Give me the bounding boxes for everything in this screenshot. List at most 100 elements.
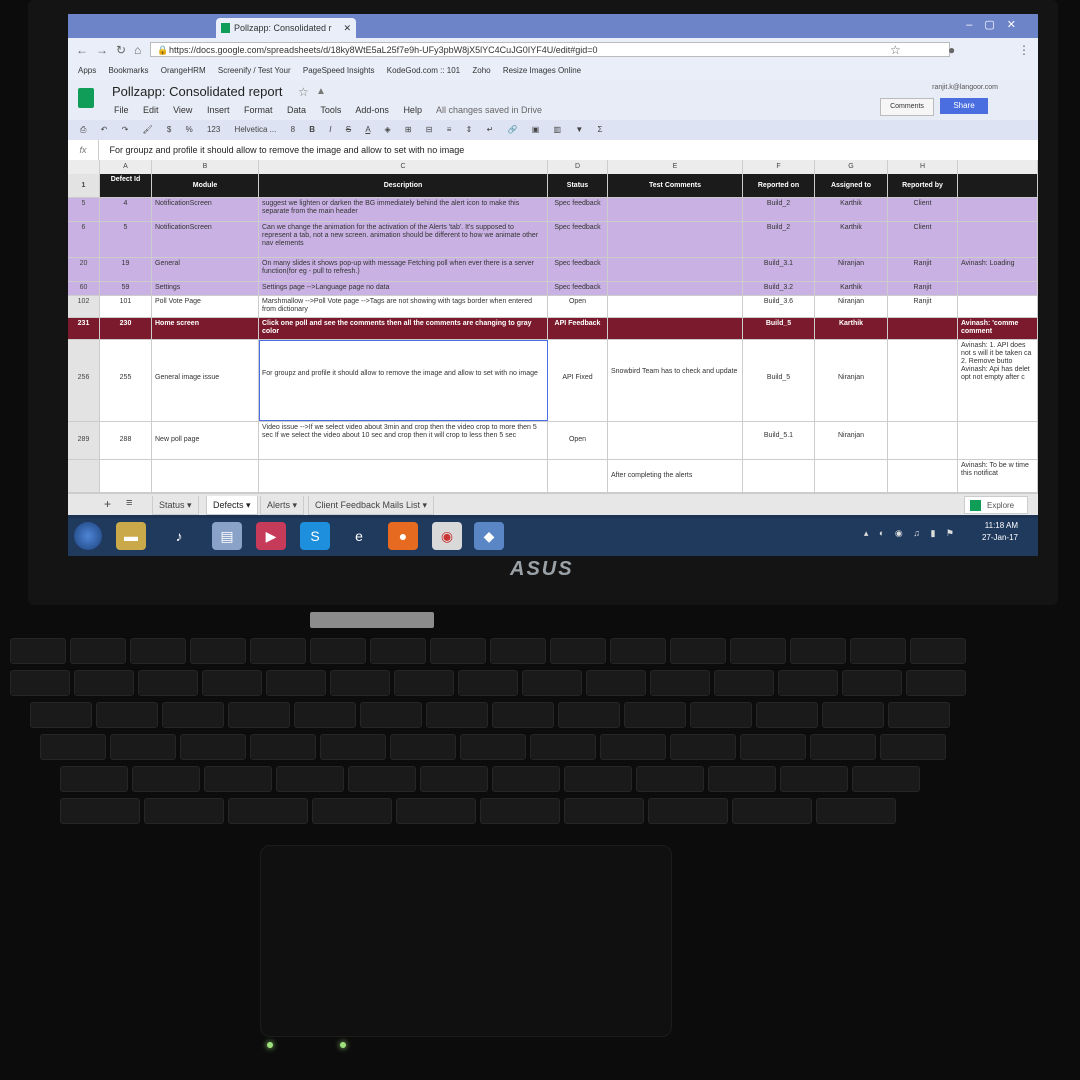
test-comments-cell[interactable] xyxy=(608,296,743,317)
defect-id-cell[interactable]: 5 xyxy=(100,222,152,257)
bookmark-item[interactable]: Apps xyxy=(78,66,96,75)
row-number[interactable]: 231 xyxy=(68,318,100,339)
assigned-to-cell[interactable]: Niranjan xyxy=(815,296,888,317)
spreadsheet-grid[interactable]: A B C D E F G H 1 Defect Id Module Descr… xyxy=(68,160,1038,493)
functions-icon[interactable]: Σ xyxy=(597,125,602,134)
menu-insert[interactable]: Insert xyxy=(207,105,230,115)
module-cell[interactable]: General image issue xyxy=(152,340,259,421)
assigned-to-cell[interactable]: Karthik xyxy=(815,198,888,221)
defect-id-cell[interactable]: 4 xyxy=(100,198,152,221)
wrap-icon[interactable]: ↵ xyxy=(487,125,494,134)
link-icon[interactable]: 🔗 xyxy=(508,125,518,134)
status-cell[interactable]: API Fixed xyxy=(548,340,608,421)
corner-cell[interactable] xyxy=(68,160,100,174)
bookmark-item[interactable]: Bookmarks xyxy=(108,66,148,75)
test-comments-cell[interactable] xyxy=(608,222,743,257)
row-number[interactable]: 60 xyxy=(68,282,100,295)
reported-by-cell[interactable] xyxy=(888,422,958,459)
borders-icon[interactable]: ⊞ xyxy=(405,125,412,134)
assigned-to-cell[interactable]: Niranjan xyxy=(815,340,888,421)
column-header[interactable]: D xyxy=(548,160,608,174)
header-description[interactable]: Description xyxy=(259,174,548,197)
defect-id-cell[interactable]: 19 xyxy=(100,258,152,281)
filter-icon[interactable]: ▼ xyxy=(575,125,583,134)
file-explorer-icon[interactable]: ▬ xyxy=(116,522,146,550)
module-cell[interactable] xyxy=(152,460,259,492)
bookmark-item[interactable]: PageSpeed Insights xyxy=(303,66,375,75)
menu-data[interactable]: Data xyxy=(287,105,306,115)
close-tab-icon[interactable]: ✕ xyxy=(343,18,351,38)
module-cell[interactable]: Poll Vote Page xyxy=(152,296,259,317)
status-cell[interactable]: Open xyxy=(548,296,608,317)
comments-button[interactable]: Comments xyxy=(880,98,934,116)
forward-icon[interactable]: → xyxy=(96,43,108,57)
font-family-select[interactable]: Helvetica ... xyxy=(235,125,277,134)
assigned-to-cell[interactable]: Niranjan xyxy=(815,258,888,281)
bookmark-item[interactable]: Screenify / Test Your xyxy=(218,66,291,75)
extra-cell[interactable]: Avinash: Loading xyxy=(958,258,1038,281)
header-defect-id[interactable]: Defect Id xyxy=(100,174,152,197)
description-cell[interactable]: Settings page -->Language page no data xyxy=(259,282,548,295)
star-icon[interactable]: ☆ xyxy=(298,85,309,99)
reported-on-cell[interactable] xyxy=(743,460,815,492)
defect-id-cell[interactable]: 101 xyxy=(100,296,152,317)
column-header[interactable]: F xyxy=(743,160,815,174)
italic-icon[interactable]: I xyxy=(329,125,331,134)
reported-on-cell[interactable]: Build_2 xyxy=(743,222,815,257)
description-cell[interactable]: Click one poll and see the comments then… xyxy=(259,318,548,339)
assigned-to-cell[interactable]: Niranjan xyxy=(815,422,888,459)
assigned-to-cell[interactable]: Karthik xyxy=(815,282,888,295)
description-cell[interactable]: suggest we lighten or darken the BG imme… xyxy=(259,198,548,221)
paint-format-icon[interactable]: 🖌 xyxy=(143,125,153,134)
reported-on-cell[interactable]: Build_2 xyxy=(743,198,815,221)
status-cell[interactable]: API Feedback xyxy=(548,318,608,339)
bookmark-item[interactable]: KodeGod.com :: 101 xyxy=(387,66,460,75)
defect-id-cell[interactable]: 288 xyxy=(100,422,152,459)
module-cell[interactable]: Home screen xyxy=(152,318,259,339)
reported-on-cell[interactable]: Build_5.1 xyxy=(743,422,815,459)
reported-by-cell[interactable]: Client xyxy=(888,222,958,257)
table-row[interactable]: After completing the alerts Avinash: To … xyxy=(68,460,1038,493)
chrome-icon[interactable]: ◉ xyxy=(432,522,462,550)
reported-by-cell[interactable]: Ranjit xyxy=(888,296,958,317)
defect-id-cell[interactable]: 59 xyxy=(100,282,152,295)
defect-id-cell[interactable] xyxy=(100,460,152,492)
description-cell[interactable]: On many slides it shows pop-up with mess… xyxy=(259,258,548,281)
header-assigned-to[interactable]: Assigned to xyxy=(815,174,888,197)
reported-by-cell[interactable]: Ranjit xyxy=(888,258,958,281)
align-icon[interactable]: ≡ xyxy=(447,125,452,134)
reported-by-cell[interactable]: Ranjit xyxy=(888,282,958,295)
row-number[interactable]: 256 xyxy=(68,340,100,421)
media-icon[interactable]: ♪ xyxy=(164,522,194,550)
reported-on-cell[interactable]: Build_3.6 xyxy=(743,296,815,317)
test-comments-cell[interactable] xyxy=(608,282,743,295)
table-row[interactable]: 20 19 General On many slides it shows po… xyxy=(68,258,1038,282)
sheets-logo-icon[interactable] xyxy=(78,88,94,108)
description-cell-selected[interactable]: For groupz and profile it should allow t… xyxy=(259,340,548,421)
table-row[interactable]: 102 101 Poll Vote Page Marshmallow -->Po… xyxy=(68,296,1038,318)
menu-help[interactable]: Help xyxy=(403,105,422,115)
skype-icon[interactable]: S xyxy=(300,522,330,550)
share-button[interactable]: Share xyxy=(940,98,988,114)
menu-tools[interactable]: Tools xyxy=(320,105,341,115)
row-number[interactable] xyxy=(68,460,100,492)
menu-view[interactable]: View xyxy=(173,105,192,115)
drive-folder-icon[interactable]: ▲ xyxy=(316,86,326,97)
window-controls[interactable]: –▢✕ xyxy=(966,18,1028,31)
explore-button[interactable]: Explore xyxy=(964,496,1028,514)
column-header[interactable]: E xyxy=(608,160,743,174)
bookmark-item[interactable]: Zoho xyxy=(472,66,490,75)
assigned-to-cell[interactable]: Karthik xyxy=(815,222,888,257)
sheet-tab-status[interactable]: Status ▾ xyxy=(152,496,199,515)
table-row[interactable]: 289 288 New poll page Video issue -->If … xyxy=(68,422,1038,460)
reported-on-cell[interactable]: Build_3.1 xyxy=(743,258,815,281)
table-row[interactable]: 6 5 NotificationScreen Can we change the… xyxy=(68,222,1038,258)
defect-id-cell[interactable]: 255 xyxy=(100,340,152,421)
header-reported-on[interactable]: Reported on xyxy=(743,174,815,197)
assigned-to-cell[interactable]: Karthik xyxy=(815,318,888,339)
reported-by-cell[interactable] xyxy=(888,318,958,339)
bookmark-item[interactable]: Resize Images Online xyxy=(503,66,581,75)
add-sheet-icon[interactable]: + xyxy=(104,497,111,511)
bold-icon[interactable]: B xyxy=(309,125,315,134)
menu-addons[interactable]: Add-ons xyxy=(355,105,389,115)
